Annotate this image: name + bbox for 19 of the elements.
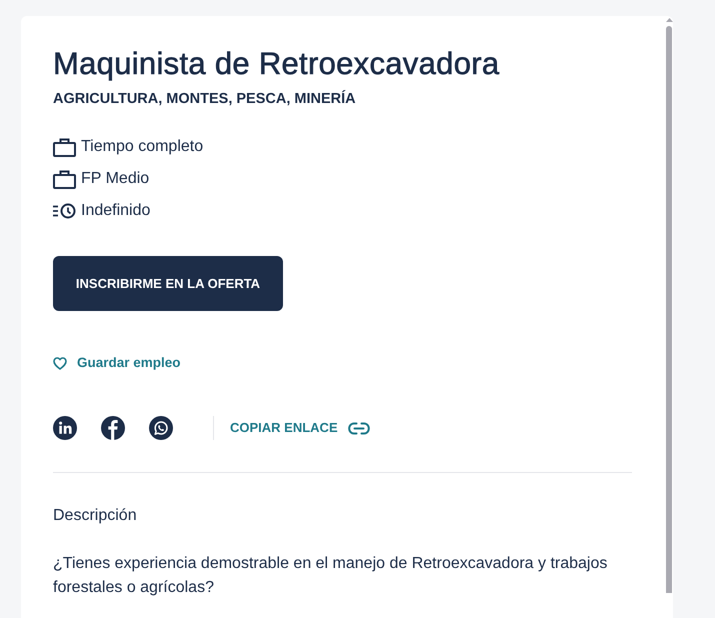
briefcase-icon [53,170,76,188]
link-icon [348,422,370,434]
scroll-up-arrow-icon[interactable] [666,18,672,22]
description-text: ¿Tienes experiencia demostrable en el manejo de Retroexcavadora y trabajos forestales o agrícolas? [53,554,608,598]
job-title: Maquinista de Retroexcavadora [53,46,500,82]
job-feature-text: FP Medio [81,169,150,189]
linkedin-icon [53,416,77,440]
apply-button[interactable]: INSCRIBIRME EN LA OFERTA [53,256,283,311]
description-heading: Descripción [53,506,137,526]
scrollbar-thumb[interactable] [666,26,672,593]
job-feature-text: Tiempo completo [81,137,204,157]
copy-link-button[interactable]: COPIAR ENLACE [230,418,370,438]
whatsapp-icon [149,416,173,440]
save-job-link[interactable]: Guardar empleo [53,353,181,373]
job-category: AGRICULTURA, MONTES, PESCA, MINERÍA [53,89,356,109]
facebook-icon [101,416,125,440]
briefcase-icon [53,138,76,156]
job-feature-text: Indefinido [81,201,150,221]
clock-icon [53,203,76,219]
